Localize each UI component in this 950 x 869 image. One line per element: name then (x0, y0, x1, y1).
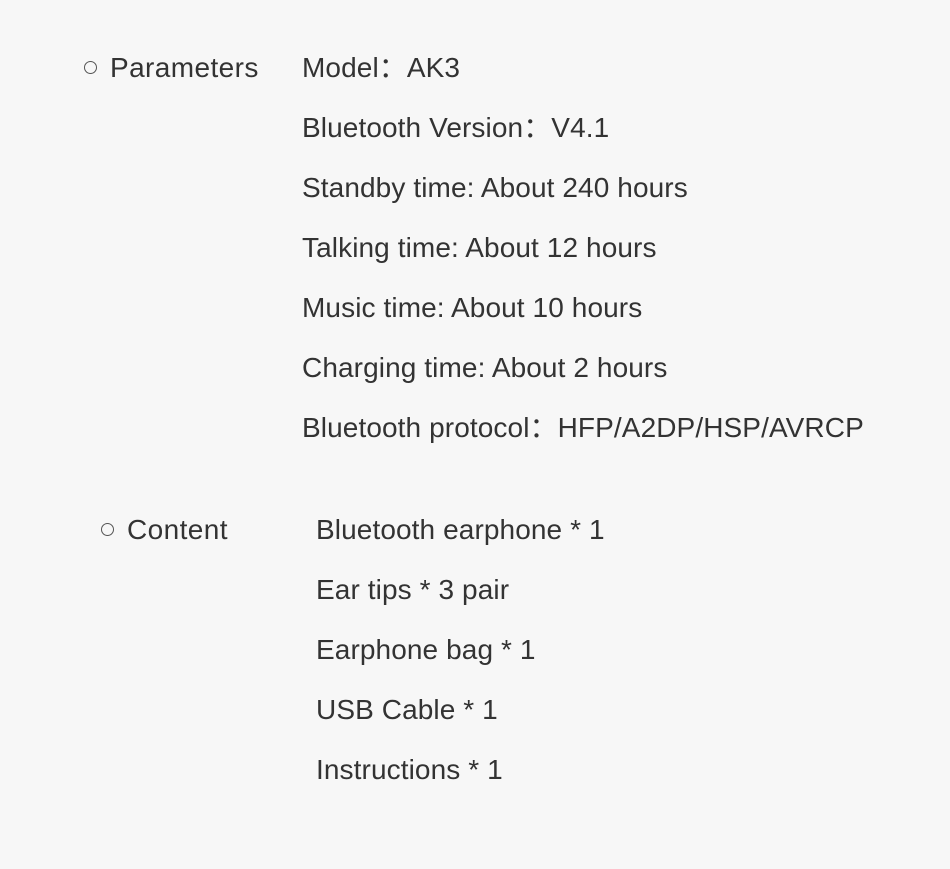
parameter-line-bluetooth-protocol: Bluetooth protocol：HFP/A2DP/HSP/AVRCP (302, 412, 864, 443)
hollow-circle-icon (101, 523, 114, 536)
parameter-line-bluetooth-version: Bluetooth Version：V4.1 (302, 112, 610, 143)
content-line-ear-tips: Ear tips * 3 pair (316, 574, 510, 605)
parameter-line-talking-time: Talking time: About 12 hours (302, 232, 657, 263)
parameter-line-charging-time: Charging time: About 2 hours (302, 352, 668, 383)
parameter-line-standby-time: Standby time: About 240 hours (302, 172, 688, 203)
content-line-earphone-bag: Earphone bag * 1 (316, 634, 536, 665)
content-line-usb-cable: USB Cable * 1 (316, 694, 498, 725)
parameter-line-music-time: Music time: About 10 hours (302, 292, 643, 323)
content-line-instructions: Instructions * 1 (316, 754, 503, 785)
parameters-value-column: Model：AK3 Bluetooth Version：V4.1 Standby… (302, 38, 864, 458)
product-spec-page: Parameters Model：AK3 Bluetooth Version：V… (0, 0, 950, 869)
hollow-circle-icon (84, 61, 97, 74)
parameter-line-model: Model：AK3 (302, 52, 461, 83)
content-label-column: Content (101, 500, 316, 560)
content-value-column: Bluetooth earphone * 1 Ear tips * 3 pair… (316, 500, 605, 800)
parameters-label-column: Parameters (84, 38, 302, 98)
content-label: Content (127, 514, 228, 545)
parameters-label: Parameters (110, 52, 259, 83)
content-section: Content Bluetooth earphone * 1 Ear tips … (101, 500, 605, 800)
parameters-section: Parameters Model：AK3 Bluetooth Version：V… (84, 38, 864, 458)
content-line-earphone: Bluetooth earphone * 1 (316, 514, 605, 545)
